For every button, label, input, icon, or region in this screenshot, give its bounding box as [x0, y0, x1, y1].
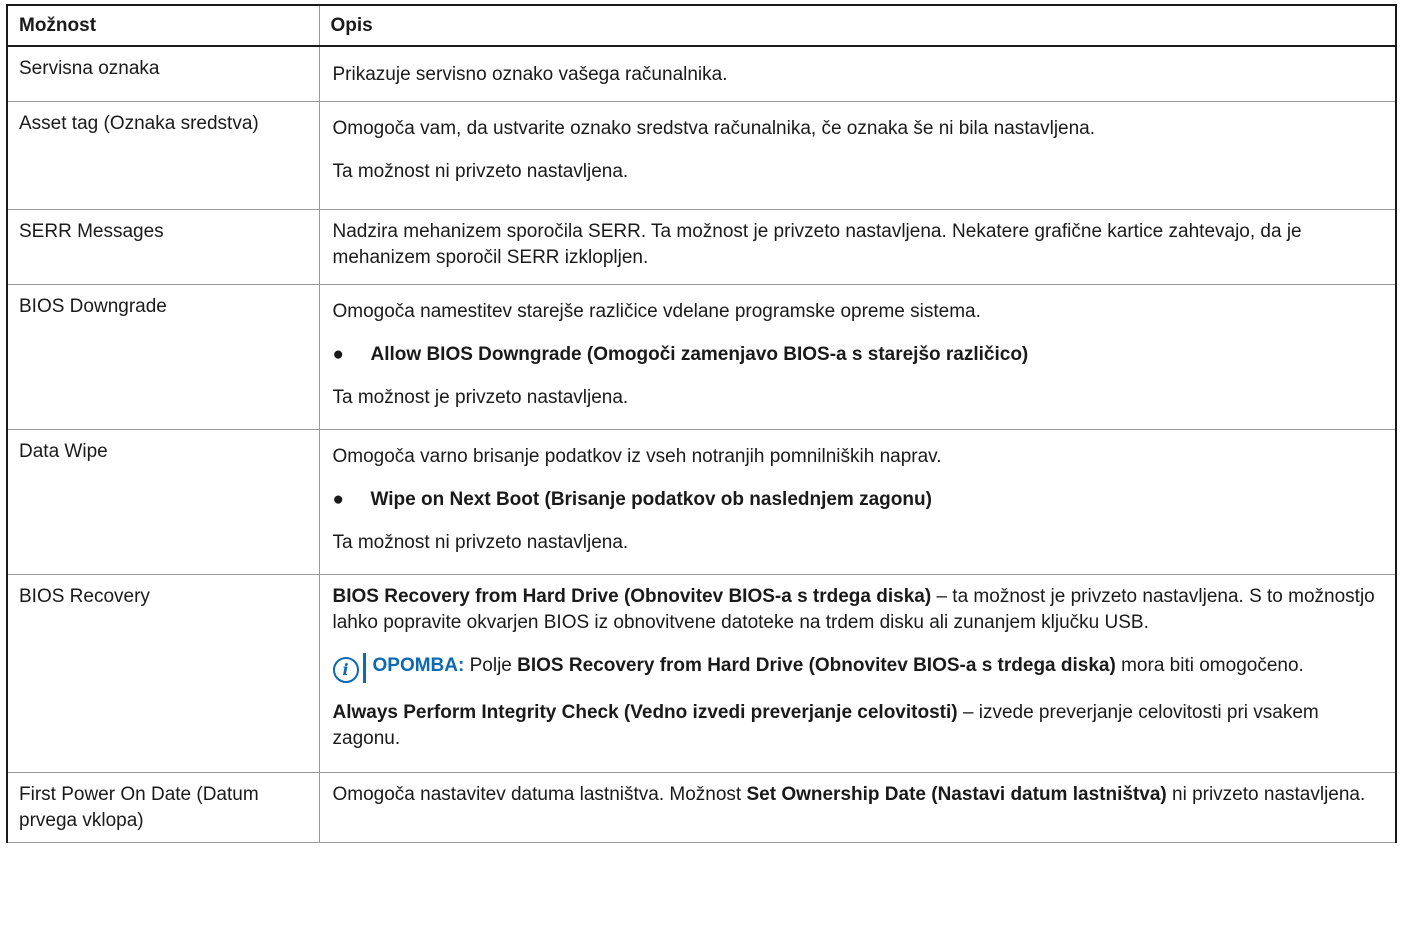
note-text-part: Polje: [464, 654, 518, 676]
option-description: Omogoča varno brisanje podatkov iz vseh …: [318, 428, 1397, 575]
option-name: Data Wipe: [6, 428, 320, 575]
option-description: Omogoča namestitev starejše različice vd…: [318, 283, 1397, 430]
bullet-text: Wipe on Next Boot (Brisanje podatkov ob …: [370, 488, 932, 510]
header-description: Opis: [318, 4, 1397, 47]
option-name: BIOS Downgrade: [6, 283, 320, 430]
note-text: OPOMBA: Polje BIOS Recovery from Hard Dr…: [373, 653, 1304, 679]
bullet-text: Allow BIOS Downgrade (Omogoči zamenjavo …: [370, 343, 1029, 365]
bullet-dot: ●: [332, 488, 344, 510]
setting-name: BIOS Recovery from Hard Drive (Obnovitev…: [332, 585, 932, 607]
description-text: Omogoča varno brisanje podatkov iz vseh …: [332, 445, 942, 467]
note-setting-name: BIOS Recovery from Hard Drive (Obnovitev…: [517, 654, 1116, 676]
bullet-dot: ●: [332, 343, 344, 365]
option-name: SERR Messages: [6, 208, 320, 285]
table-row: BIOS Recovery BIOS Recovery from Hard Dr…: [6, 573, 1397, 773]
option-description: Prikazuje servisno oznako vašega računal…: [318, 45, 1397, 102]
option-description: Omogoča nastavitev datuma lastništva. Mo…: [318, 771, 1397, 843]
table-header-row: Možnost Opis: [6, 4, 1397, 47]
note-label: OPOMBA:: [372, 654, 465, 676]
option-description: BIOS Recovery from Hard Drive (Obnovitev…: [318, 573, 1397, 773]
table-row: Asset tag (Oznaka sredstva) Omogoča vam,…: [6, 100, 1397, 210]
description-text: Omogoča namestitev starejše različice vd…: [332, 300, 981, 322]
description-text: Ta možnost ni privzeto nastavljena.: [332, 160, 629, 182]
note-box: i OPOMBA: Polje BIOS Recovery from Hard …: [332, 652, 1383, 683]
description-text: Ta možnost ni privzeto nastavljena.: [332, 531, 629, 553]
option-name: BIOS Recovery: [6, 573, 320, 773]
note-bar: [362, 652, 366, 683]
option-name: Asset tag (Oznaka sredstva): [6, 100, 320, 210]
description-text: BIOS Recovery from Hard Drive (Obnovitev…: [333, 584, 1383, 636]
table-row: BIOS Downgrade Omogoča namestitev starej…: [6, 283, 1397, 430]
info-icon: i: [332, 656, 359, 683]
description-text: Omogoča vam, da ustvarite oznako sredstv…: [332, 117, 1096, 139]
table-row: SERR Messages Nadzira mehanizem sporočil…: [6, 208, 1397, 285]
note-text-part: mora biti omogočeno.: [1115, 654, 1304, 676]
table-row: Servisna oznaka Prikazuje servisno oznak…: [6, 45, 1397, 102]
bios-options-table: Možnost Opis Servisna oznaka Prikazuje s…: [6, 4, 1397, 843]
table-row: Data Wipe Omogoča varno brisanje podatko…: [6, 428, 1397, 575]
table-row: First Power On Date (Datum prvega vklopa…: [6, 771, 1397, 843]
option-name: Servisna oznaka: [6, 45, 320, 102]
setting-text: ni privzeto nastavljena.: [1166, 783, 1366, 805]
header-option: Možnost: [6, 4, 320, 47]
description-text: Nadzira mehanizem sporočila SERR. Ta mož…: [332, 220, 1302, 268]
setting-text: Omogoča nastavitev datuma lastništva. Mo…: [332, 783, 747, 805]
option-description: Nadzira mehanizem sporočila SERR. Ta mož…: [318, 208, 1397, 285]
description-text: Omogoča nastavitev datuma lastništva. Mo…: [333, 782, 1383, 808]
description-text: Prikazuje servisno oznako vašega računal…: [332, 64, 728, 85]
description-text: Always Perform Integrity Check (Vedno iz…: [333, 700, 1383, 752]
description-text: Ta možnost je privzeto nastavljena.: [332, 386, 629, 408]
option-name: First Power On Date (Datum prvega vklopa…: [6, 771, 320, 843]
option-description: Omogoča vam, da ustvarite oznako sredstv…: [318, 100, 1397, 210]
bullet-item: ● Wipe on Next Boot (Brisanje podatkov ob…: [333, 487, 1383, 513]
bullet-item: ● Allow BIOS Downgrade (Omogoči zamenjavo…: [333, 342, 1383, 368]
setting-name: Set Ownership Date (Nastavi datum lastni…: [746, 783, 1167, 805]
setting-name: Always Perform Integrity Check (Vedno iz…: [332, 701, 958, 723]
